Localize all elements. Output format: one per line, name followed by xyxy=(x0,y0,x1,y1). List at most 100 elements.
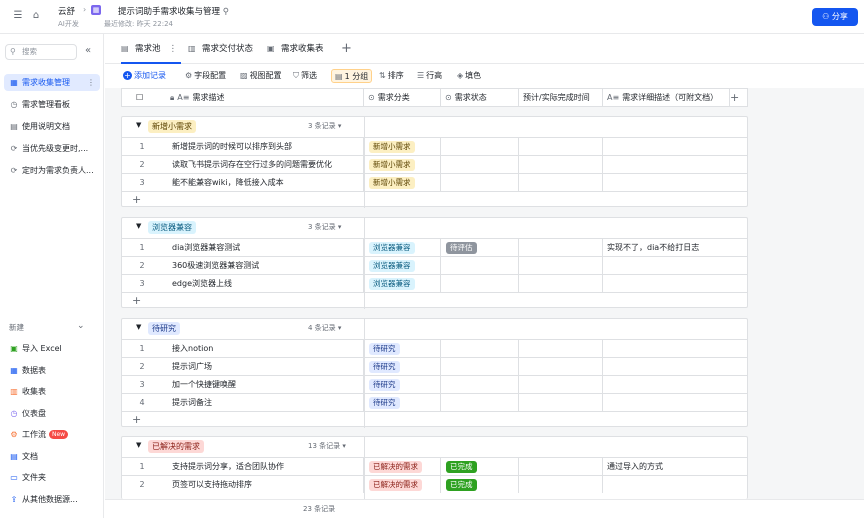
add-field-icon[interactable]: + xyxy=(730,89,739,107)
cell-desc[interactable]: 加一个快捷键唤醒 xyxy=(162,376,364,393)
pin-icon[interactable]: ⚲ xyxy=(223,7,229,17)
table-row[interactable]: 4 提示词备注 待研究 xyxy=(122,393,747,411)
cell-status[interactable] xyxy=(441,376,519,393)
cell-desc[interactable]: 提示词广场 xyxy=(162,358,364,375)
group-add-row[interactable]: + xyxy=(122,292,747,309)
cell-status[interactable] xyxy=(441,138,519,155)
cell-category[interactable]: 待研究 xyxy=(364,394,441,411)
cell-status[interactable]: 待评估 xyxy=(441,239,519,256)
cell-time[interactable] xyxy=(519,394,603,411)
cell-detail[interactable] xyxy=(603,358,730,375)
view-config-button[interactable]: ▨ 视图配置 xyxy=(240,69,282,83)
doc-title[interactable]: 提示词助手需求收集与管理 ⚲ xyxy=(118,5,229,17)
cell-desc[interactable]: dia浏览器兼容测试 xyxy=(162,239,364,256)
add-record-button[interactable]: + 添加记录 xyxy=(123,69,166,83)
cell-detail[interactable] xyxy=(603,340,730,357)
tab-collection-form[interactable]: ▣ 需求收集表 xyxy=(267,34,324,64)
tab-more-icon[interactable]: ⋮ xyxy=(169,44,178,54)
caret-down-icon[interactable]: ▼ xyxy=(136,222,141,230)
group-add-row[interactable]: + xyxy=(122,191,747,208)
column-header-desc[interactable]: 🔒︎ A≡ 需求描述 xyxy=(162,89,364,107)
cell-detail[interactable] xyxy=(603,394,730,411)
new-item[interactable]: ⚙ 工作流 New xyxy=(4,426,100,443)
cell-detail[interactable] xyxy=(603,257,730,274)
tab-delivery-status[interactable]: ▥ 需求交付状态 xyxy=(188,34,253,64)
column-header-category[interactable]: ⊙ 需求分类 xyxy=(364,89,441,107)
cell-status[interactable] xyxy=(441,394,519,411)
cell-time[interactable] xyxy=(519,340,603,357)
new-item[interactable]: ▦ 数据表 xyxy=(4,362,100,379)
cell-status[interactable] xyxy=(441,257,519,274)
cell-time[interactable] xyxy=(519,358,603,375)
cell-status[interactable]: 已完成 xyxy=(441,458,519,475)
sidebar-item[interactable]: ▦ 需求收集管理 ⋮ xyxy=(4,74,100,91)
cell-status[interactable]: 已完成 xyxy=(441,476,519,493)
cell-detail[interactable] xyxy=(603,156,730,173)
cell-category[interactable]: 待研究 xyxy=(364,358,441,375)
cell-detail[interactable]: 通过导入的方式 xyxy=(603,458,730,475)
cell-time[interactable] xyxy=(519,458,603,475)
cell-status[interactable] xyxy=(441,358,519,375)
share-button[interactable]: ⚇ 分享 xyxy=(812,8,858,26)
table-row[interactable]: 2 360极速浏览器兼容测试 浏览器兼容 xyxy=(122,256,747,274)
cell-time[interactable] xyxy=(519,476,603,493)
caret-down-icon[interactable]: ▼ xyxy=(136,323,141,331)
cell-desc[interactable]: 页签可以支持拖动排序 xyxy=(162,476,364,493)
sidebar-item[interactable]: ⟳ 当优先级变更时,... xyxy=(4,140,100,157)
cell-desc[interactable]: 读取飞书提示词存在空行过多的问题需要优化 xyxy=(162,156,364,173)
cell-desc[interactable]: edge浏览器上线 xyxy=(162,275,364,292)
cell-time[interactable] xyxy=(519,376,603,393)
table-row[interactable]: 2 读取飞书提示词存在空行过多的问题需要优化 新增小需求 xyxy=(122,155,747,173)
new-item[interactable]: ◷ 仪表盘 xyxy=(4,405,100,422)
new-item[interactable]: ▤ 文档 xyxy=(4,448,100,465)
cell-detail[interactable] xyxy=(603,275,730,292)
sidebar-item[interactable]: ⟳ 定时为需求负责人... xyxy=(4,162,100,179)
cell-time[interactable] xyxy=(519,239,603,256)
column-header-status[interactable]: ⊙ 需求状态 xyxy=(441,89,519,107)
fill-color-button[interactable]: ◈ 填色 xyxy=(457,69,481,83)
add-view-icon[interactable]: + xyxy=(341,41,352,56)
select-all-checkbox[interactable]: ☐ xyxy=(122,89,162,107)
cell-detail[interactable] xyxy=(603,376,730,393)
cell-category[interactable]: 待研究 xyxy=(364,376,441,393)
cell-category[interactable]: 新增小需求 xyxy=(364,156,441,173)
new-item[interactable]: ▥ 收集表 xyxy=(4,383,100,400)
tab-demand-pool[interactable]: ▤ 需求池 ⋮ xyxy=(121,34,181,64)
new-item[interactable]: ⇪ 从其他数据源... xyxy=(4,491,100,508)
table-row[interactable]: 2 页签可以支持拖动排序 已解决的需求 已完成 xyxy=(122,475,747,493)
table-row[interactable]: 1 dia浏览器兼容测试 浏览器兼容 待评估 实现不了，dia不给打日志 xyxy=(122,238,747,256)
table-row[interactable]: 3 edge浏览器上线 浏览器兼容 xyxy=(122,274,747,292)
cell-desc[interactable]: 接入notion xyxy=(162,340,364,357)
sidebar-item[interactable]: ▤ 使用说明文档 xyxy=(4,118,100,135)
cell-category[interactable]: 待研究 xyxy=(364,340,441,357)
group-header[interactable]: ▼ 待研究 4 条记录 ▾ xyxy=(122,319,747,339)
cell-status[interactable] xyxy=(441,275,519,292)
cell-desc[interactable]: 提示词备注 xyxy=(162,394,364,411)
group-add-row[interactable]: + xyxy=(122,411,747,428)
cell-status[interactable] xyxy=(441,156,519,173)
collapse-sidebar-icon[interactable]: « xyxy=(85,45,91,56)
group-header[interactable]: ▼ 浏览器兼容 3 条记录 ▾ xyxy=(122,218,747,238)
cell-status[interactable] xyxy=(441,340,519,357)
cell-category[interactable]: 已解决的需求 xyxy=(364,476,441,493)
column-header-detail[interactable]: A≡ 需求详细描述（可附文档） xyxy=(603,89,730,107)
sidebar-item[interactable]: ◷ 需求管理看板 xyxy=(4,96,100,113)
group-header[interactable]: ▼ 新增小需求 3 条记录 ▾ xyxy=(122,117,747,137)
cell-category[interactable]: 浏览器兼容 xyxy=(364,257,441,274)
cell-category[interactable]: 新增小需求 xyxy=(364,138,441,155)
cell-detail[interactable] xyxy=(603,174,730,191)
new-item[interactable]: ▣ 导入 Excel xyxy=(4,340,100,357)
cell-desc[interactable]: 360极速浏览器兼容测试 xyxy=(162,257,364,274)
cell-status[interactable] xyxy=(441,174,519,191)
group-header[interactable]: ▼ 已解决的需求 13 条记录 ▾ xyxy=(122,437,747,457)
caret-down-icon[interactable]: ▼ xyxy=(136,441,141,449)
cell-desc[interactable]: 支持提示词分享，适合团队协作 xyxy=(162,458,364,475)
home-icon[interactable]: ⌂ xyxy=(30,10,42,22)
cell-desc[interactable]: 能不能兼容wiki，降低接入成本 xyxy=(162,174,364,191)
cell-detail[interactable] xyxy=(603,138,730,155)
new-item[interactable]: ▭ 文件夹 xyxy=(4,469,100,486)
cell-detail[interactable]: 实现不了，dia不给打日志 xyxy=(603,239,730,256)
table-row[interactable]: 1 接入notion 待研究 xyxy=(122,339,747,357)
table-row[interactable]: 1 支持提示词分享，适合团队协作 已解决的需求 已完成 通过导入的方式 xyxy=(122,457,747,475)
cell-time[interactable] xyxy=(519,138,603,155)
